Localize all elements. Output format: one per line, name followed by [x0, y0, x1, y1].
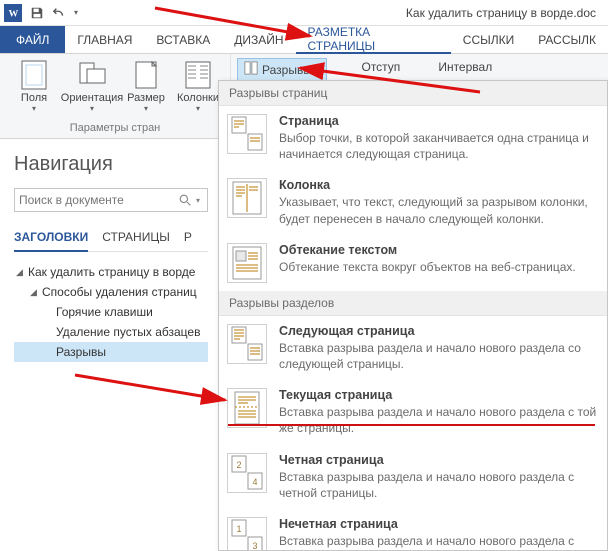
svg-text:3: 3: [252, 541, 257, 551]
group-page-setup: Поля▾ Ориентация▾ Размер▾ Колонки▾ Парам…: [0, 54, 231, 138]
continuous-icon: [227, 388, 267, 428]
menu-item-next-page[interactable]: Следующая страницаВставка разрыва раздел…: [219, 316, 607, 380]
menu-item-page[interactable]: СтраницаВыбор точки, в которой заканчива…: [219, 106, 607, 170]
page-break-icon: [227, 114, 267, 154]
headings-tree: ◢Как удалить страницу в ворде ◢Способы у…: [14, 262, 208, 362]
ribbon-tabs: ФАЙЛ ГЛАВНАЯ ВСТАВКА ДИЗАЙН РАЗМЕТКА СТР…: [0, 26, 608, 54]
orientation-icon: [77, 60, 107, 90]
qat-customize-button[interactable]: ▾: [70, 2, 82, 24]
breaks-menu: Разрывы страниц СтраницаВыбор точки, в к…: [218, 80, 608, 551]
odd-page-icon: 13: [227, 517, 267, 551]
tab-insert[interactable]: ВСТАВКА: [144, 26, 222, 53]
search-input[interactable]: [19, 193, 177, 207]
svg-text:W: W: [9, 8, 19, 19]
indent-label: Отступ: [357, 58, 404, 76]
caret-icon: ◢: [16, 267, 23, 278]
spacing-label: Интервал: [434, 58, 496, 76]
breaks-icon: [244, 61, 258, 78]
columns-icon: [183, 60, 213, 90]
tab-file[interactable]: ФАЙЛ: [0, 26, 65, 53]
margins-icon: [19, 60, 49, 90]
tree-item-breaks[interactable]: Разрывы: [14, 342, 208, 362]
navigation-title: Навигация: [14, 153, 208, 176]
menu-item-text-wrapping[interactable]: Обтекание текстомОбтекание текста вокруг…: [219, 235, 607, 291]
svg-text:4: 4: [252, 477, 257, 487]
tree-item-hotkeys[interactable]: Горячие клавиши: [14, 302, 208, 322]
tree-item-root[interactable]: ◢Как удалить страницу в ворде: [14, 262, 208, 282]
svg-text:2: 2: [236, 460, 241, 470]
menu-header-section-breaks: Разрывы разделов: [219, 291, 607, 316]
save-button[interactable]: [26, 2, 48, 24]
caret-icon: ◢: [30, 287, 37, 298]
svg-text:1: 1: [236, 524, 241, 534]
group-label: Параметры стран: [6, 120, 224, 136]
tree-item-methods[interactable]: ◢Способы удаления страниц: [14, 282, 208, 302]
tab-mailings[interactable]: РАССЫЛК: [526, 26, 608, 53]
menu-item-column[interactable]: КолонкаУказывает, что текст, следующий з…: [219, 170, 607, 234]
column-break-icon: [227, 178, 267, 218]
menu-item-continuous[interactable]: Текущая страницаВставка разрыва раздела …: [219, 380, 607, 444]
search-input-wrap[interactable]: ▾: [14, 188, 208, 212]
search-icon[interactable]: [177, 194, 193, 207]
next-page-icon: [227, 324, 267, 364]
word-app-icon: W: [4, 4, 22, 22]
document-title: Как удалить страницу в ворде.doc: [82, 6, 604, 20]
breaks-dropdown-button[interactable]: Разрывы ▾: [237, 58, 327, 81]
tree-item-empty-paragraphs[interactable]: Удаление пустых абзацев: [14, 322, 208, 342]
navigation-pane: Навигация ▾ ЗАГОЛОВКИ СТРАНИЦЫ Р ◢Как уд…: [0, 139, 218, 551]
title-bar: W ▾ Как удалить страницу в ворде.doc: [0, 0, 608, 26]
menu-item-odd-page[interactable]: 13 Нечетная страницаВставка разрыва разд…: [219, 509, 607, 551]
nav-tab-results[interactable]: Р: [184, 226, 192, 251]
menu-header-page-breaks: Разрывы страниц: [219, 81, 607, 106]
text-wrap-icon: [227, 243, 267, 283]
orientation-button[interactable]: Ориентация▾: [64, 58, 120, 113]
navigation-tabs: ЗАГОЛОВКИ СТРАНИЦЫ Р: [14, 226, 208, 252]
tab-design[interactable]: ДИЗАЙН: [222, 26, 295, 53]
nav-tab-headings[interactable]: ЗАГОЛОВКИ: [14, 226, 88, 252]
search-dropdown-icon[interactable]: ▾: [193, 196, 203, 205]
tab-home[interactable]: ГЛАВНАЯ: [65, 26, 144, 53]
even-page-icon: 24: [227, 453, 267, 493]
chevron-down-icon: ▾: [316, 64, 321, 75]
nav-tab-pages[interactable]: СТРАНИЦЫ: [102, 226, 170, 251]
tab-page-layout[interactable]: РАЗМЕТКА СТРАНИЦЫ: [296, 26, 451, 54]
margins-button[interactable]: Поля▾: [6, 58, 62, 113]
columns-button[interactable]: Колонки▾: [172, 58, 224, 113]
tab-references[interactable]: ССЫЛКИ: [451, 26, 526, 53]
menu-item-even-page[interactable]: 24 Четная страницаВставка разрыва раздел…: [219, 445, 607, 509]
size-button[interactable]: Размер▾: [122, 58, 170, 113]
size-icon: [131, 60, 161, 90]
undo-button[interactable]: [48, 2, 70, 24]
